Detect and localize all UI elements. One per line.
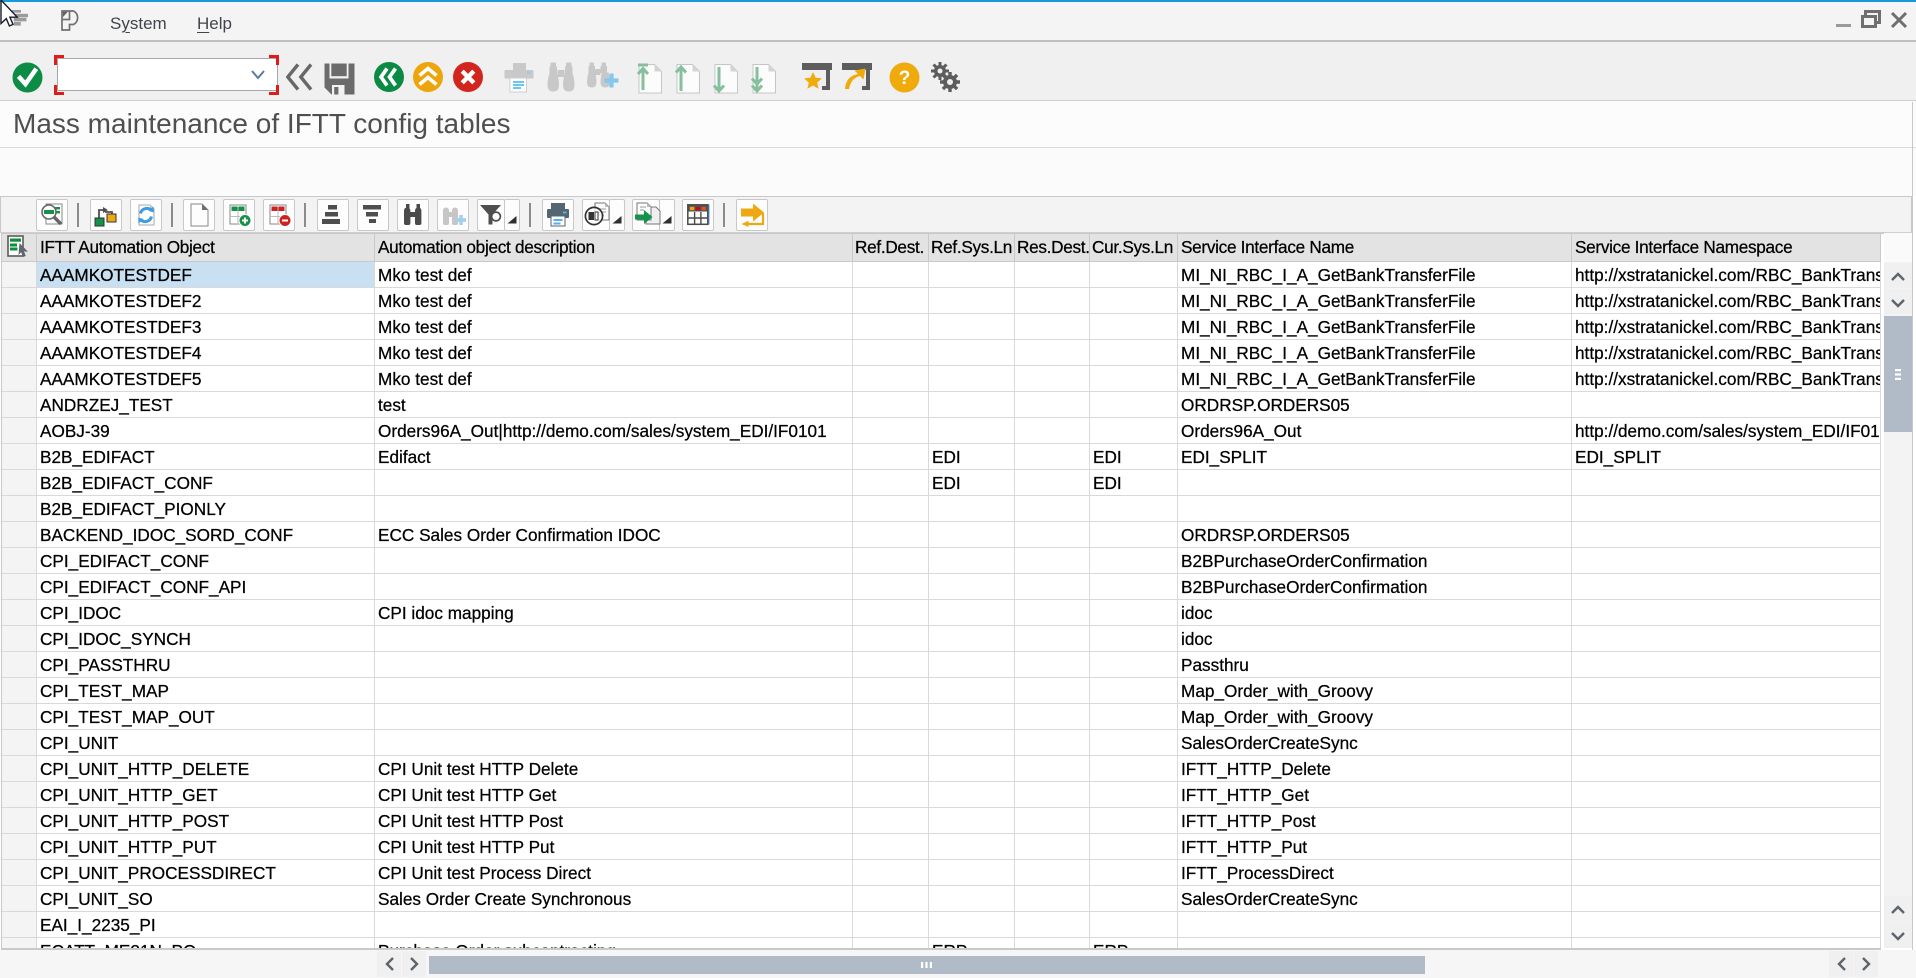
svg-text:?: ? [899, 68, 911, 89]
